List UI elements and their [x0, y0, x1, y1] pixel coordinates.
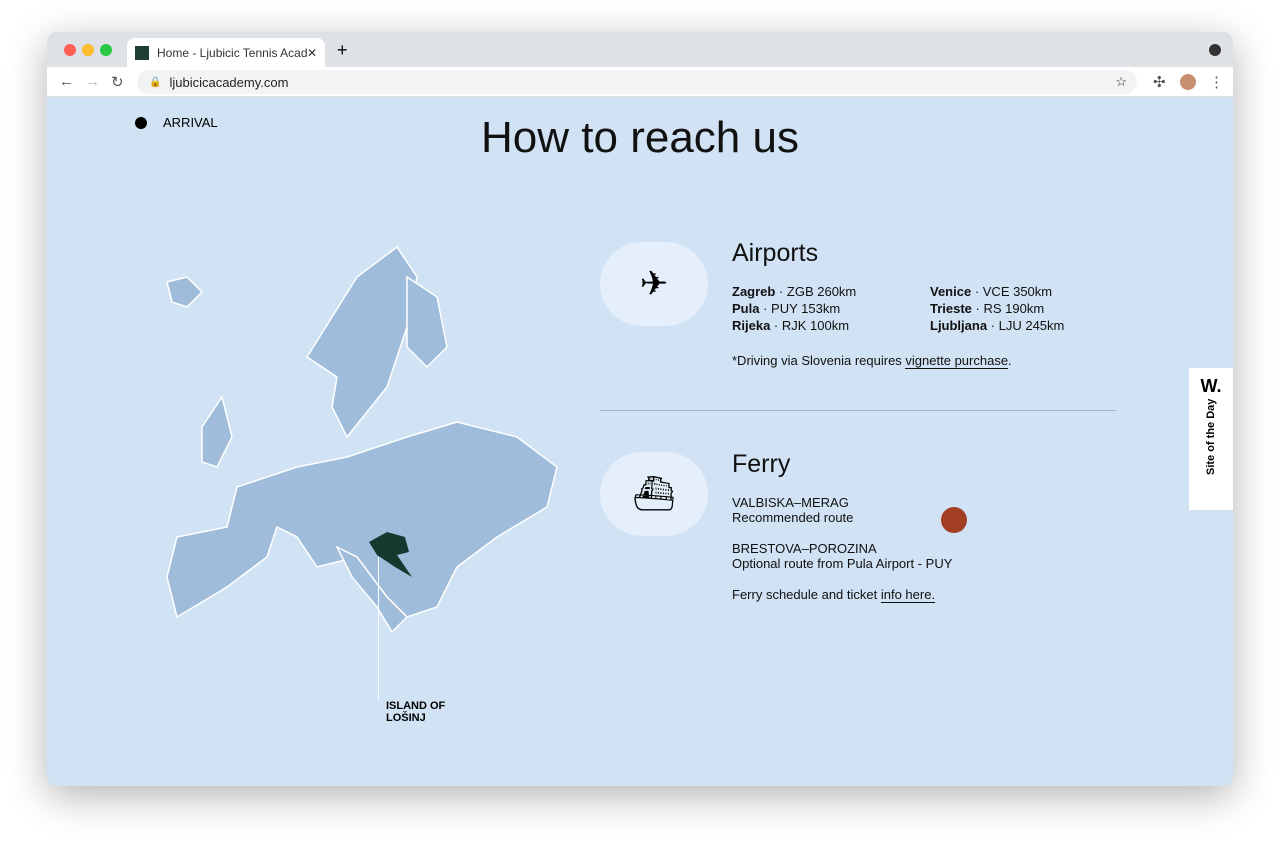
route-description: Optional route from Pula Airport - PUY — [732, 556, 953, 571]
sotd-text: Site of the Day — [1205, 398, 1217, 475]
map-uk — [201, 395, 233, 468]
extensions-icon[interactable]: ✣ — [1153, 73, 1166, 91]
tab-menu-icon[interactable] — [1209, 44, 1221, 56]
airport-item: Zagreb · ZGB 260km — [732, 284, 857, 299]
ship-icon: ⛴ — [600, 452, 708, 536]
cursor-dot — [941, 507, 967, 533]
awwwards-logo: W. — [1200, 376, 1222, 396]
minimize-button[interactable] — [82, 44, 94, 56]
island-label-line1: ISLAND OF — [386, 700, 446, 712]
menu-icon[interactable]: ⋮ — [1209, 73, 1224, 91]
bookmark-star-icon[interactable]: ☆ — [1115, 74, 1127, 90]
tab-title: Home - Ljubicic Tennis Academy — [157, 45, 307, 60]
url-text: ljubicicacademy.com — [169, 74, 289, 90]
divider — [600, 410, 1116, 411]
site-of-the-day-badge[interactable]: W. Site of the Day — [1189, 368, 1233, 510]
forward-icon[interactable]: → — [85, 73, 100, 90]
airport-item: Ljubljana · LJU 245km — [930, 318, 1065, 333]
page-title: How to reach us — [481, 113, 799, 162]
airports-heading: Airports — [732, 239, 819, 267]
browser-tab[interactable]: Home - Ljubicic Tennis Academy✕ — [127, 38, 325, 67]
airports-section: Airports Zagreb · ZGB 260km Venice · VCE… — [732, 239, 1128, 369]
ferry-info-link[interactable]: info here. — [880, 587, 936, 603]
vignette-link[interactable]: vignette purchase — [905, 353, 1009, 369]
airport-item: Pula · PUY 153km — [732, 301, 841, 316]
favicon-icon — [135, 45, 149, 60]
island-label: ISLAND OF LOŠINJ — [386, 700, 445, 724]
ferry-schedule-note: Ferry schedule and ticket info here. — [732, 587, 936, 603]
reload-icon[interactable]: ↻ — [111, 73, 124, 91]
close-window-button[interactable] — [64, 44, 76, 56]
lock-icon: 🔒 — [149, 76, 162, 88]
route-name: VALBISKA–MERAG — [732, 495, 849, 510]
close-tab-icon[interactable]: ✕ — [307, 46, 317, 60]
map-finland — [406, 275, 448, 369]
url-field[interactable]: 🔒 ljubicicacademy.com ☆ — [137, 70, 1137, 94]
new-tab-button[interactable]: + — [337, 40, 348, 61]
maximize-button[interactable] — [100, 44, 112, 56]
airport-item: Trieste · RS 190km — [930, 301, 1045, 316]
island-pointer-line — [378, 557, 379, 700]
airplane-icon: ✈ — [600, 242, 708, 326]
europe-map — [166, 245, 558, 634]
ferry-section: Ferry VALBISKA–MERAG Recommended route B… — [732, 450, 953, 603]
route-name: BRESTOVA–POROZINA — [732, 541, 877, 556]
ferry-heading: Ferry — [732, 450, 791, 478]
page-content: ARRIVAL How to reach us ISLAND OF LOŠINJ … — [47, 97, 1233, 786]
browser-window: Home - Ljubicic Tennis Academy✕ + ← → ↻ … — [47, 32, 1233, 786]
map-scandinavia — [305, 245, 418, 439]
driving-note: *Driving via Slovenia requires vignette … — [732, 353, 1012, 369]
route-description: Recommended route — [732, 510, 854, 525]
address-bar-row: ← → ↻ 🔒 ljubicicacademy.com ☆ ✣ ⋮ — [47, 67, 1233, 97]
island-label-line2: LOŠINJ — [386, 712, 426, 724]
airport-item: Rijeka · RJK 100km — [732, 318, 850, 333]
back-icon[interactable]: ← — [59, 73, 74, 90]
avatar[interactable] — [1180, 74, 1196, 90]
airport-item: Venice · VCE 350km — [930, 284, 1053, 299]
map-iceland — [166, 276, 204, 308]
tab-bar: Home - Ljubicic Tennis Academy✕ + — [47, 32, 1233, 67]
